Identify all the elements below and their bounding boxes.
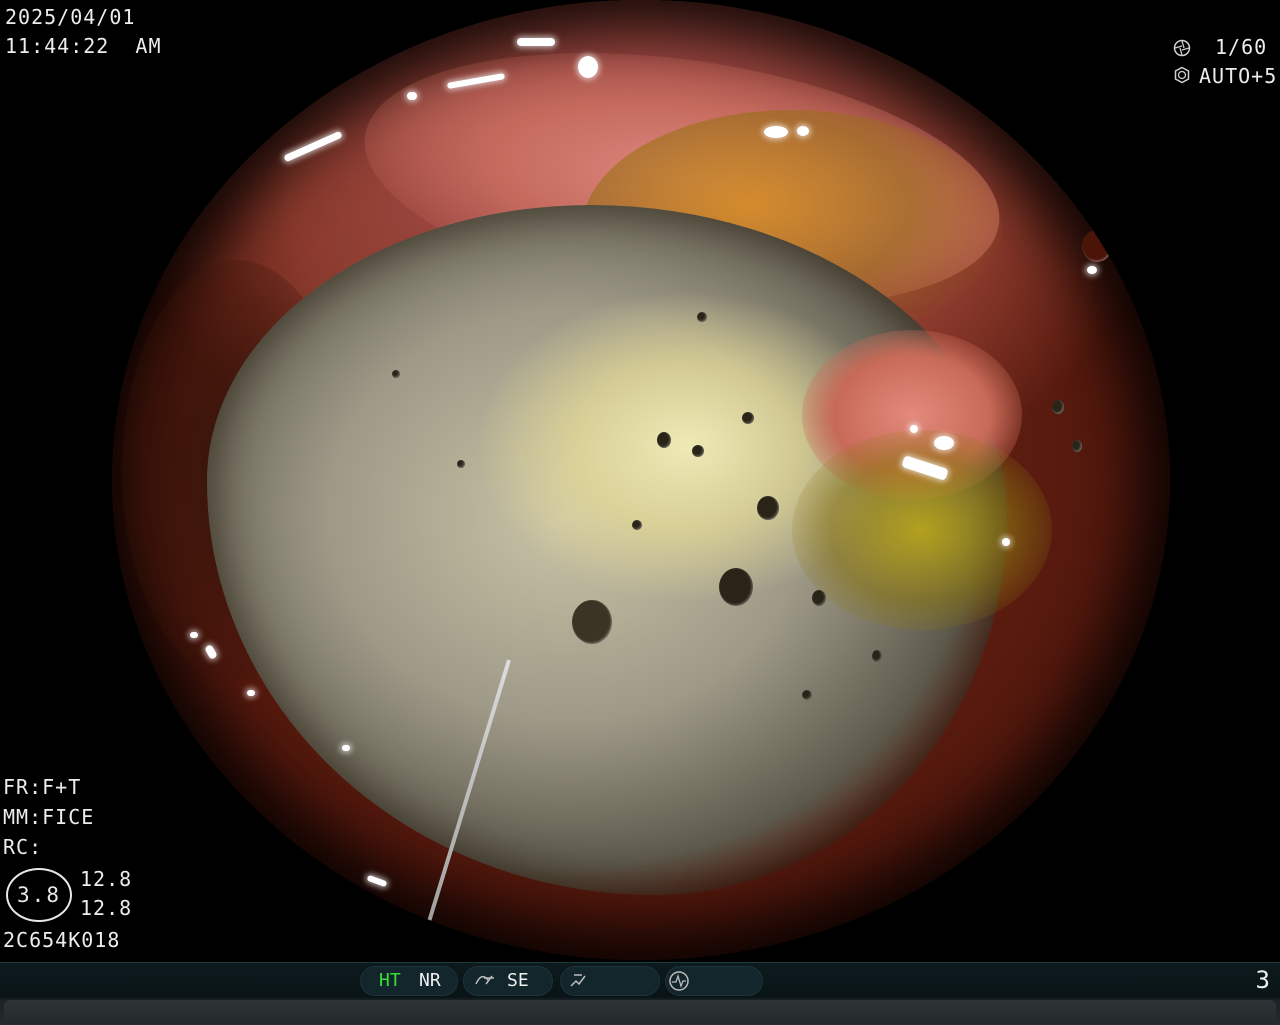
mode-text: MM:FICE	[3, 805, 95, 829]
bubble	[632, 520, 642, 530]
scope-id-text: 2C654K018	[3, 928, 121, 952]
bubble	[657, 432, 671, 448]
shutter-icon	[1173, 39, 1191, 57]
rc-text: RC:	[3, 835, 43, 859]
light-reflection	[1002, 538, 1010, 546]
bubble	[457, 460, 465, 468]
light-reflection	[910, 425, 918, 433]
bubble	[1082, 230, 1112, 262]
light-reflection	[247, 690, 255, 696]
endoscope-image	[112, 0, 1170, 960]
lower-status-strip	[4, 1000, 1276, 1022]
value-bottom-text: 12.8	[80, 896, 133, 920]
frame-rate-text: FR:F+T	[3, 775, 82, 799]
light-reflection	[1087, 266, 1097, 274]
light-reflection	[283, 130, 343, 163]
bubble	[812, 590, 826, 606]
mode-icon	[669, 971, 689, 991]
date-text: 2025/04/01	[5, 5, 136, 29]
bubble	[757, 496, 779, 520]
structure-enhance-icon	[475, 975, 494, 985]
bubble	[872, 650, 882, 662]
iris-text: AUTO+5	[1199, 64, 1278, 88]
bubble	[697, 312, 707, 322]
light-reflection	[190, 632, 198, 638]
iris-icon	[1174, 66, 1190, 84]
bubble	[572, 600, 612, 644]
light-reflection	[407, 92, 417, 100]
shutter-speed-text: 1/60	[1215, 35, 1268, 59]
light-reflection	[934, 436, 954, 450]
page-number: 3	[1255, 966, 1270, 994]
light-reflection	[797, 126, 809, 136]
bubble	[392, 370, 400, 378]
color-enhance-icon	[570, 974, 586, 987]
light-reflection	[764, 126, 788, 138]
bubble	[802, 690, 812, 700]
light-reflection	[517, 38, 555, 46]
light-reflection	[342, 745, 350, 751]
zoom-indicator: 3.8	[6, 868, 72, 922]
light-reflection	[578, 56, 598, 78]
light-reflection	[366, 874, 388, 888]
value-top-text: 12.8	[80, 867, 133, 891]
nr-label: NR	[419, 970, 441, 991]
bubble	[1072, 440, 1082, 452]
bubble	[742, 412, 754, 424]
bubble	[1052, 400, 1064, 414]
time-text: 11:44:22 AM	[5, 34, 162, 58]
bubble	[719, 568, 753, 606]
se-label: SE	[507, 970, 529, 991]
bubble	[692, 445, 704, 457]
ht-nr-pill	[360, 966, 458, 996]
ht-label: HT	[379, 970, 401, 991]
